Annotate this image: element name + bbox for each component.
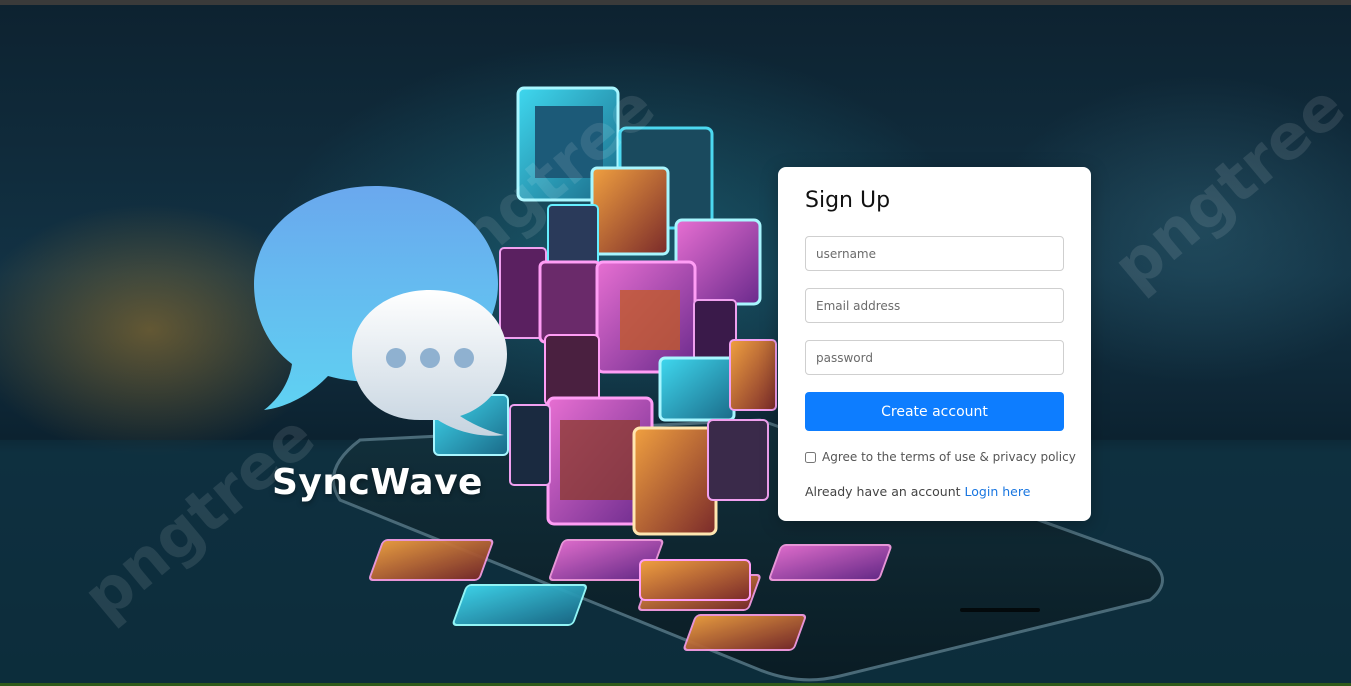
login-prompt-line: Already have an account Login here (805, 484, 1064, 499)
password-input[interactable] (805, 340, 1064, 375)
signup-title: Sign Up (805, 188, 891, 213)
login-prompt-text: Already have an account (805, 484, 961, 499)
terms-agreement: Agree to the terms of use & privacy poli… (805, 450, 1076, 464)
login-link[interactable]: Login here (965, 484, 1031, 499)
signup-card: Sign Up Create account Agree to the term… (778, 167, 1091, 521)
background-illustration (0, 86, 1351, 686)
window-top-edge (0, 0, 1351, 5)
terms-label: Agree to the terms of use & privacy poli… (822, 450, 1076, 464)
terms-checkbox[interactable] (805, 451, 816, 463)
email-input[interactable] (805, 288, 1064, 323)
chat-bubbles-icon (254, 186, 507, 436)
brand-name: SyncWave (272, 462, 483, 503)
signup-page: pngtree pngtree pngtree SyncWave Sign Up… (0, 0, 1351, 686)
create-account-button[interactable]: Create account (805, 392, 1064, 431)
username-input[interactable] (805, 236, 1064, 271)
